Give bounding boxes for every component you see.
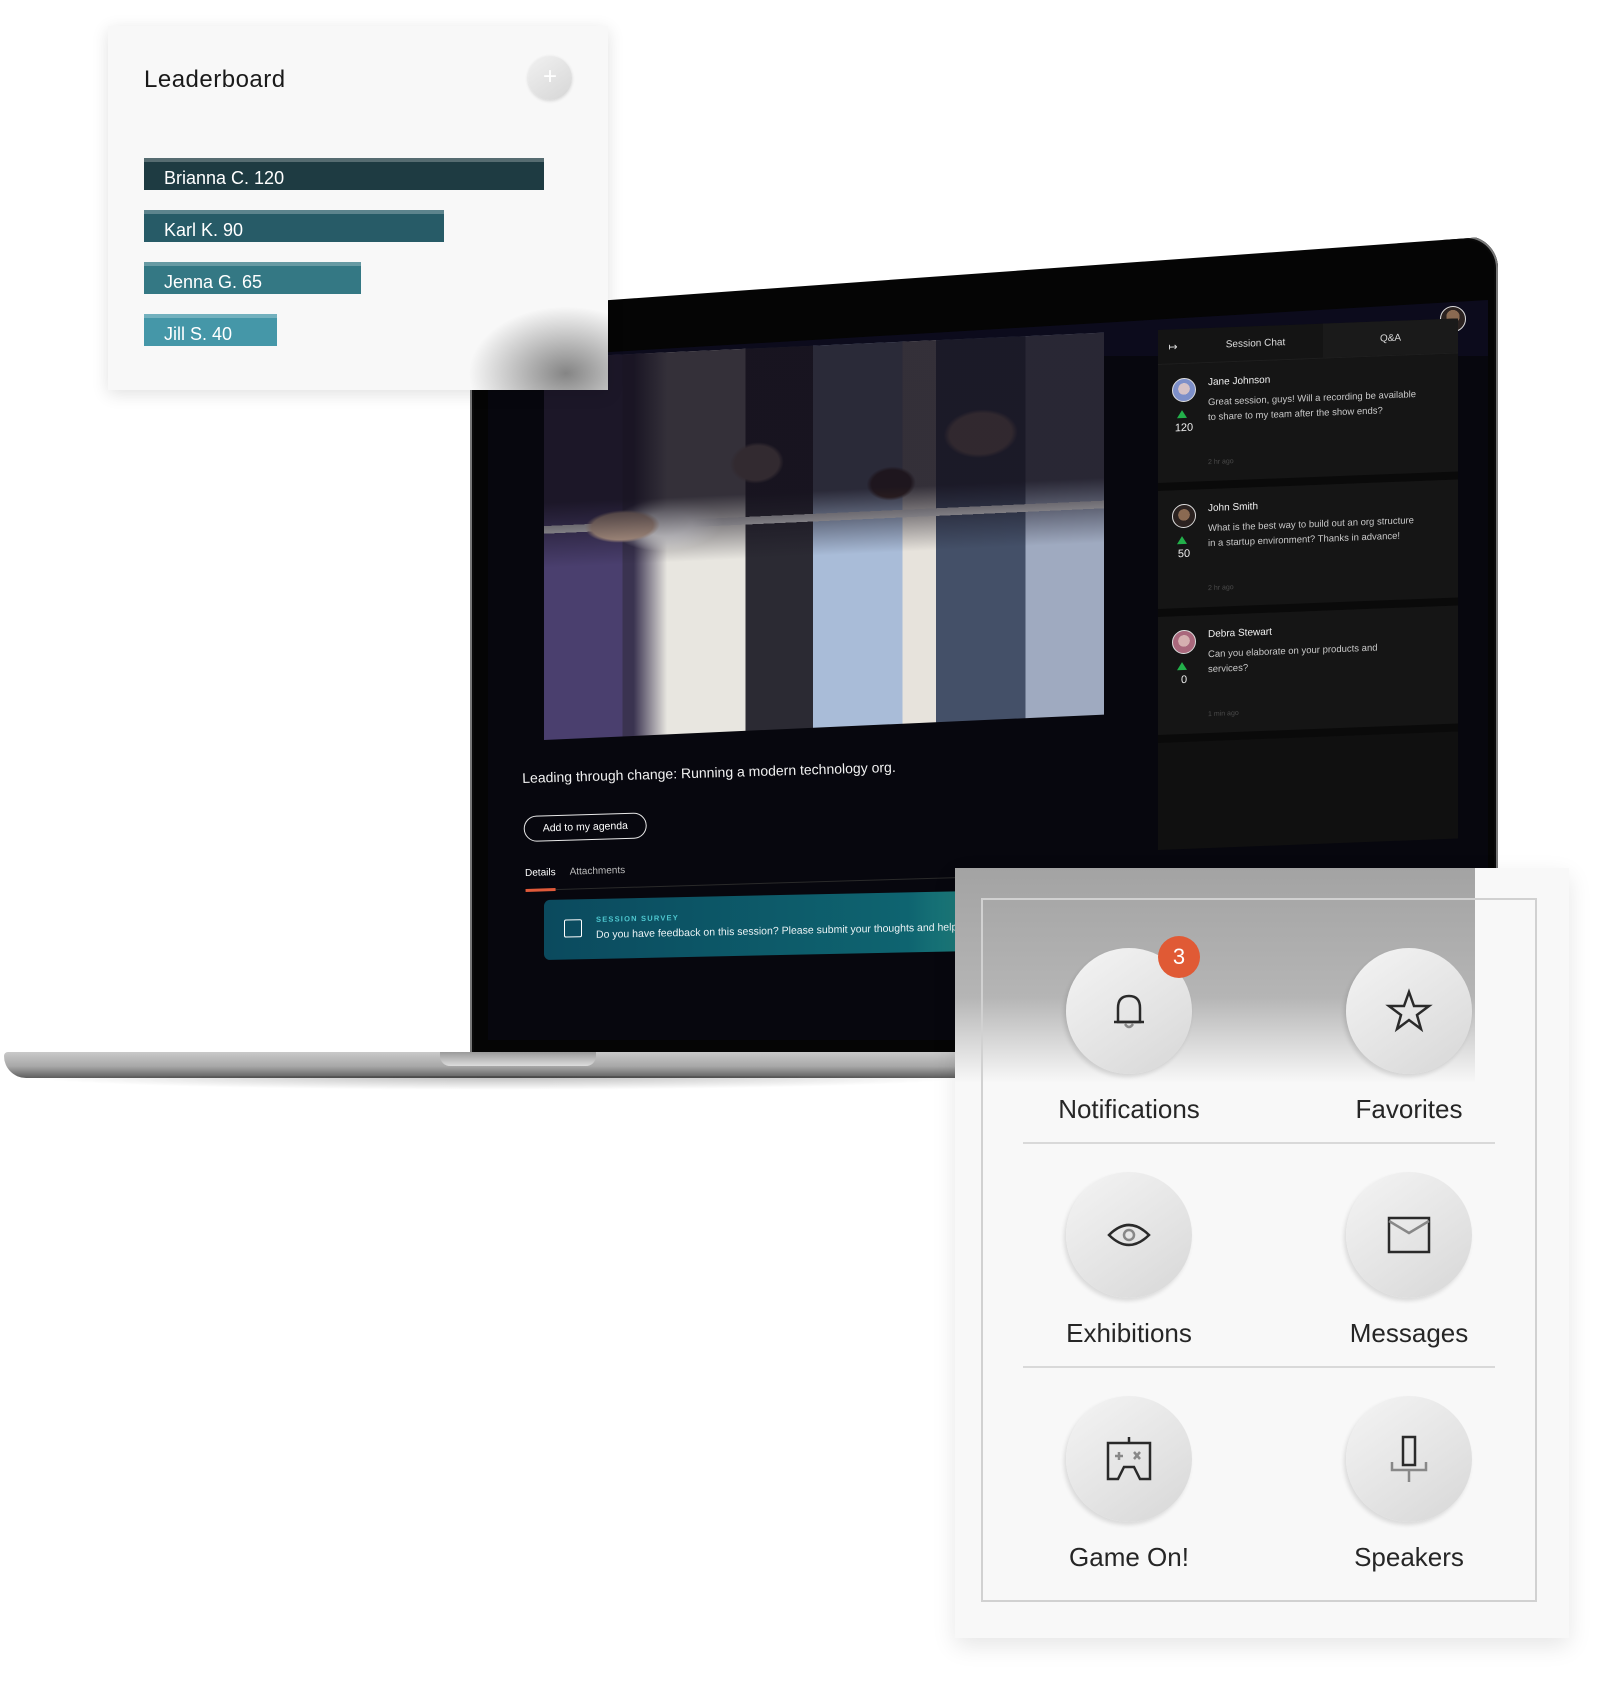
quick-link-game-on[interactable]: Game On!	[1029, 1396, 1229, 1573]
tab-details[interactable]: Details	[525, 867, 556, 879]
chat-message: 50 John Smith What is the best way to bu…	[1158, 479, 1458, 617]
leaderboard-title: Leaderboard	[144, 66, 286, 93]
game-on-button[interactable]	[1066, 1396, 1192, 1522]
upvote-icon[interactable]	[1177, 535, 1187, 545]
quick-link-label: Notifications	[1058, 1094, 1200, 1124]
quick-links-card: 3 Notifications Favorites Exhibitions Me…	[955, 868, 1569, 1638]
quick-link-label: Speakers	[1354, 1542, 1464, 1572]
vote-count: 120	[1174, 421, 1194, 435]
notification-count-badge: 3	[1158, 936, 1200, 978]
active-tab-indicator	[525, 888, 556, 892]
quick-link-label: Messages	[1349, 1318, 1469, 1348]
leaderboard-bar: Jenna G. 65	[144, 262, 361, 294]
avatar	[1172, 377, 1196, 403]
row-divider	[1023, 1142, 1495, 1144]
message-author: Jane Johnson	[1208, 374, 1271, 389]
video-backdrop	[544, 332, 1104, 740]
chat-message: 120 Jane Johnson Great session, guys! Wi…	[1158, 353, 1458, 491]
messages-button[interactable]	[1346, 1172, 1472, 1298]
notifications-button[interactable]: 3	[1066, 936, 1200, 1074]
exit-icon[interactable]: ↦	[1158, 339, 1188, 353]
vote-count: 0	[1180, 673, 1188, 687]
message-text: Great session, guys! Will a recording be…	[1208, 389, 1417, 424]
gamepad-icon	[1106, 1437, 1152, 1481]
quick-link-favorites[interactable]: Favorites	[1309, 948, 1509, 1125]
favorites-button[interactable]	[1346, 948, 1472, 1074]
quick-links-grid: 3 Notifications Favorites Exhibitions Me…	[981, 898, 1537, 1602]
row-divider	[1023, 1366, 1495, 1368]
quick-link-speakers[interactable]: Speakers	[1309, 1396, 1509, 1573]
laptop-shadow	[20, 1076, 980, 1090]
quick-link-notifications[interactable]: 3 Notifications	[1029, 936, 1229, 1125]
exhibitions-button[interactable]	[1066, 1172, 1192, 1298]
quick-link-label: Favorites	[1355, 1094, 1463, 1124]
avatar	[1172, 629, 1196, 655]
message-text: Can you elaborate on your products and s…	[1208, 642, 1378, 676]
survey-text: Do you have feedback on this session? Pl…	[596, 921, 958, 941]
leaderboard-bar: Jill S. 40	[144, 314, 277, 346]
bell-icon	[1114, 994, 1144, 1029]
quick-link-label: Exhibitions	[1066, 1318, 1192, 1348]
tab-session-chat[interactable]: Session Chat	[1188, 335, 1323, 351]
leaderboard-bar: Karl K. 90	[144, 210, 444, 242]
leaderboard-shadow	[468, 306, 608, 390]
podium-icon	[1390, 1435, 1428, 1482]
laptop-notch	[440, 1052, 596, 1066]
message-text: What is the best way to build out an org…	[1208, 515, 1414, 550]
message-time: 2 hr ago	[1208, 584, 1234, 593]
add-button[interactable]: +	[528, 56, 572, 100]
quick-link-exhibitions[interactable]: Exhibitions	[1029, 1172, 1229, 1349]
session-video[interactable]	[544, 332, 1104, 740]
avatar	[1172, 503, 1196, 529]
chat-message: 0 Debra Stewart Can you elaborate on you…	[1158, 605, 1458, 743]
upvote-icon[interactable]	[1177, 661, 1187, 671]
eye-icon	[1107, 1223, 1151, 1247]
survey-label: SESSION SURVEY	[596, 913, 679, 924]
session-title: Leading through change: Running a modern…	[522, 758, 896, 786]
leaderboard-card: Leaderboard + Brianna C. 120 Karl K. 90 Je…	[108, 26, 608, 390]
envelope-icon	[1387, 1216, 1431, 1254]
speakers-button[interactable]	[1346, 1396, 1472, 1522]
quick-link-messages[interactable]: Messages	[1309, 1172, 1509, 1349]
add-to-agenda-button[interactable]: Add to my agenda	[523, 812, 648, 842]
external-link-icon	[564, 919, 582, 938]
tab-attachments[interactable]: Attachments	[569, 865, 625, 878]
chat-panel: ↦ Session Chat Q&A 120 Jane Johnson Grea…	[1158, 318, 1458, 850]
message-author: John Smith	[1208, 501, 1259, 515]
star-icon	[1385, 988, 1433, 1033]
message-author: Debra Stewart	[1208, 626, 1272, 641]
vote-count: 50	[1177, 547, 1191, 561]
leaderboard-bar: Brianna C. 120	[144, 158, 544, 190]
message-time: 2 hr ago	[1208, 458, 1234, 467]
message-time: 1 min ago	[1208, 709, 1239, 719]
quick-link-label: Game On!	[1069, 1542, 1189, 1572]
upvote-icon[interactable]	[1177, 409, 1187, 419]
tab-qa[interactable]: Q&A	[1323, 318, 1458, 358]
session-info: Leading through change: Running a modern…	[522, 752, 1125, 892]
